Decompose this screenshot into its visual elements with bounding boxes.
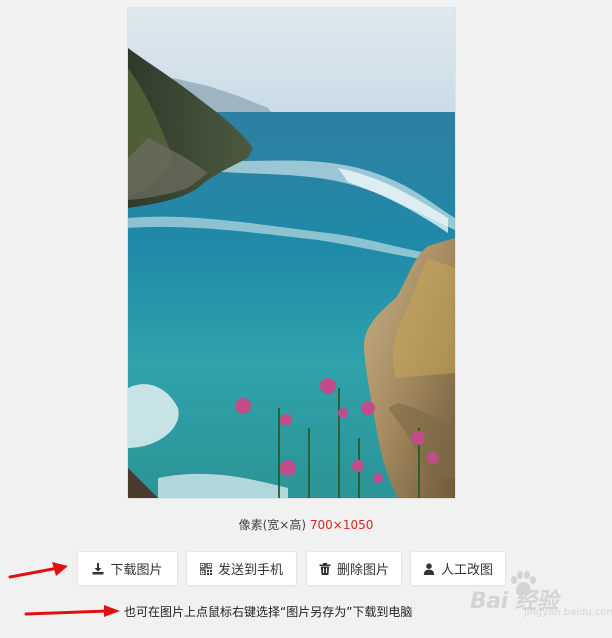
download-image-label: 下载图片 xyxy=(110,563,163,578)
delete-image-button[interactable]: 删除图片 xyxy=(306,551,402,586)
user-icon xyxy=(423,562,435,575)
watermark-subtext: jingyan.baidu.com xyxy=(524,607,612,618)
send-to-phone-label: 发送到手机 xyxy=(217,563,283,578)
pixel-dimensions: 700×1050 xyxy=(309,518,374,532)
red-arrow-icon xyxy=(24,605,120,617)
baidu-jingyan-watermark: Bai 经验 jingyan.baidu.com xyxy=(470,571,612,621)
qr-code-icon xyxy=(199,562,212,575)
trash-icon xyxy=(319,562,331,575)
save-hint-text: 也可在图片上点鼠标右键选择“图片另存为”下载到电脑 xyxy=(124,605,413,619)
delete-image-label: 删除图片 xyxy=(336,563,389,578)
send-to-phone-button[interactable]: 发送到手机 xyxy=(186,551,297,586)
pixel-info-label: 像素(宽×高) xyxy=(238,518,310,532)
pixel-info: 像素(宽×高) 700×1050 xyxy=(0,517,612,533)
download-image-button[interactable]: 下载图片 xyxy=(77,551,178,586)
landscape-image[interactable] xyxy=(128,8,455,498)
red-arrow-icon xyxy=(8,562,68,579)
download-icon xyxy=(92,562,104,574)
